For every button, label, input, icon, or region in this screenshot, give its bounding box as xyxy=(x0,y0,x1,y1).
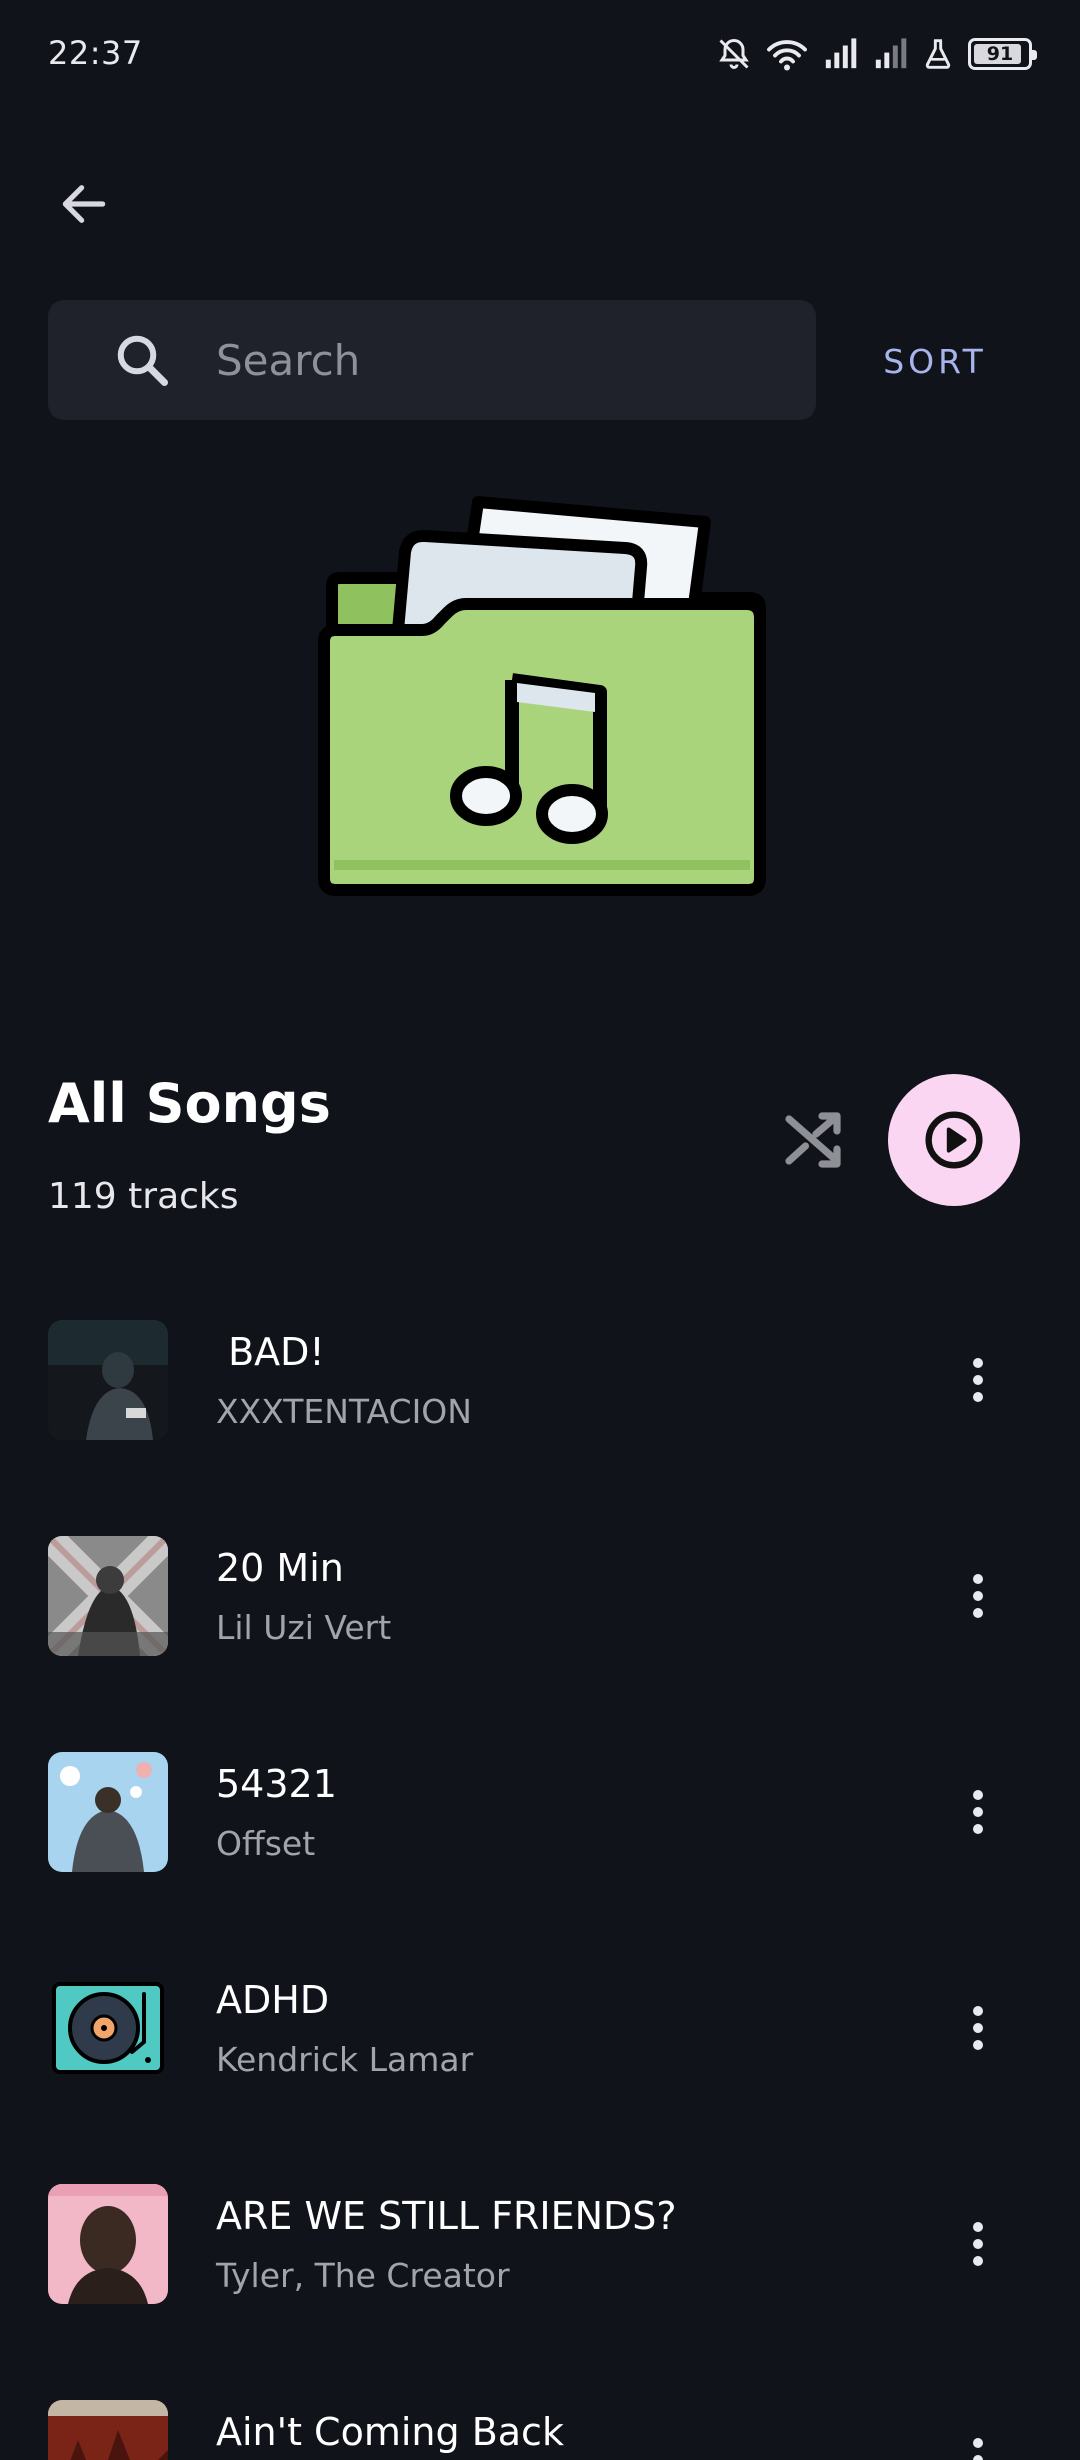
battery-icon: 91 xyxy=(968,38,1037,70)
song-title: Ain't Coming Back xyxy=(216,2410,564,2454)
signal-icon xyxy=(825,38,857,69)
search-icon xyxy=(117,335,168,386)
track-count: 119 tracks xyxy=(48,1176,239,1217)
song-artist: XXXTENTACION xyxy=(216,1392,472,1431)
more-options-icon[interactable] xyxy=(946,1988,1010,2068)
song-title: BAD! xyxy=(216,1330,325,1374)
search-bar[interactable] xyxy=(48,300,816,420)
pink-portrait-art xyxy=(48,2184,168,2304)
play-button[interactable] xyxy=(888,1074,1020,1206)
shuffle-button[interactable] xyxy=(776,1104,856,1176)
more-options-icon[interactable] xyxy=(946,2204,1010,2284)
more-options-icon[interactable] xyxy=(946,1772,1010,1852)
wifi-icon xyxy=(767,40,807,71)
turntable-art xyxy=(48,1968,168,2088)
song-artist: Kendrick Lamar xyxy=(216,2040,474,2079)
song-title: ARE WE STILL FRIENDS? xyxy=(216,2194,677,2238)
song-title: 20 Min xyxy=(216,1546,344,1590)
song-title: ADHD xyxy=(216,1978,330,2022)
dark-photo-art xyxy=(48,1320,168,1440)
status-time: 22:37 xyxy=(48,34,143,72)
status-icons: 91 xyxy=(716,34,1037,74)
playlist-title: All Songs xyxy=(48,1072,331,1135)
song-row[interactable]: Ain't Coming Back xyxy=(0,2370,1080,2460)
battery-level: 91 xyxy=(986,43,1014,65)
song-row[interactable]: 20 Min Lil Uzi Vert xyxy=(0,1506,1080,1686)
arrow-left-icon xyxy=(62,185,106,223)
play-icon xyxy=(925,1111,983,1169)
bell-off-icon xyxy=(719,38,749,69)
song-artist: Tyler, The Creator xyxy=(216,2256,510,2295)
music-folder-icon xyxy=(318,496,766,896)
grey-collage-art xyxy=(48,1536,168,1656)
song-artist: Offset xyxy=(216,1824,316,1863)
song-title: 54321 xyxy=(216,1762,337,1806)
song-row[interactable]: BAD! XXXTENTACION xyxy=(0,1290,1080,1470)
status-bar: 22:37 91 xyxy=(0,0,1080,110)
song-artist: Lil Uzi Vert xyxy=(216,1608,392,1647)
more-options-icon[interactable] xyxy=(946,1340,1010,1420)
more-options-icon[interactable] xyxy=(946,2420,1010,2460)
song-row[interactable]: ARE WE STILL FRIENDS? Tyler, The Creator xyxy=(0,2154,1080,2334)
song-row[interactable]: ADHD Kendrick Lamar xyxy=(0,1938,1080,2118)
sky-photo-art xyxy=(48,1752,168,1872)
search-input[interactable] xyxy=(216,330,776,390)
shuffle-icon xyxy=(785,1112,841,1168)
song-row[interactable]: 54321 Offset xyxy=(0,1722,1080,1902)
sort-button[interactable]: SORT xyxy=(860,336,1010,388)
back-button[interactable] xyxy=(52,172,116,236)
red-cover-art xyxy=(48,2400,168,2460)
more-options-icon[interactable] xyxy=(946,1556,1010,1636)
flask-icon xyxy=(925,39,951,69)
signal-icon xyxy=(875,38,907,69)
all-songs-screen: 22:37 91 Search SORT All Songs 119 track… xyxy=(0,0,1080,2460)
